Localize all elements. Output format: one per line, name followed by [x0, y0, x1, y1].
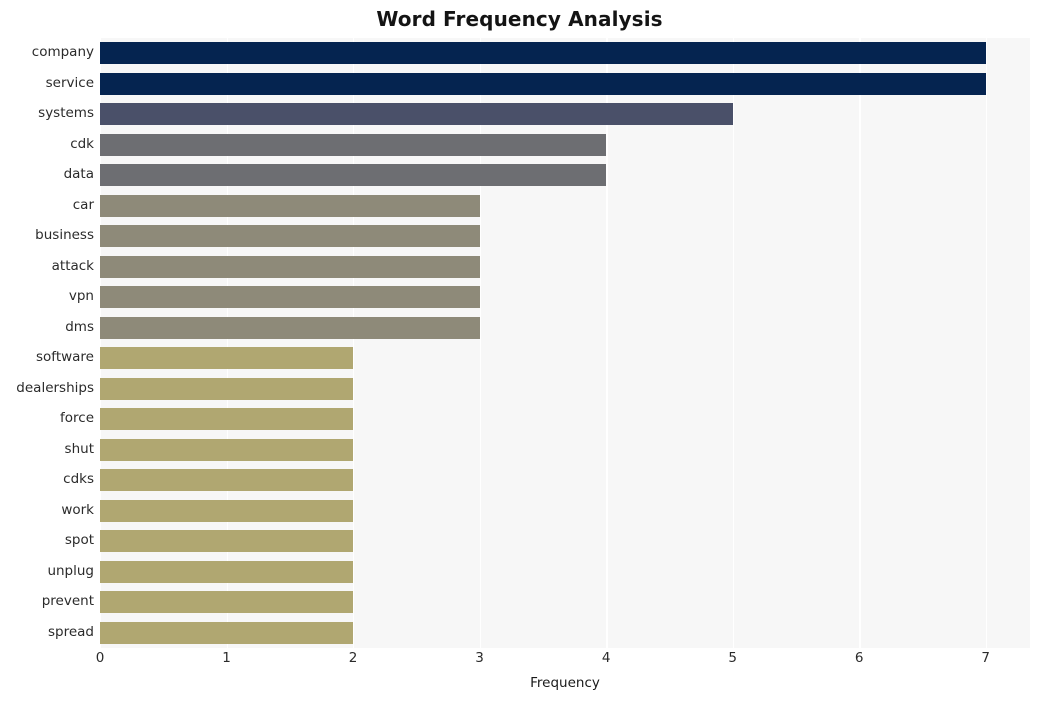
x-tick-label-5: 5 [728, 650, 737, 666]
bar-data[interactable] [100, 164, 607, 187]
bar-software[interactable] [100, 347, 354, 370]
bar-cdks[interactable] [100, 469, 354, 492]
y-tick-label-systems: systems [38, 105, 94, 122]
word-frequency-bar-chart: Word Frequency Analysis company service sy… [0, 0, 1039, 701]
bar-spread[interactable] [100, 621, 354, 644]
bar-systems[interactable] [100, 103, 733, 126]
bar-force[interactable] [100, 408, 354, 431]
bar-unplug[interactable] [100, 560, 354, 583]
y-axis-tick-labels: company service systems cdk data car business a… [0, 38, 94, 648]
y-tick-label-unplug: unplug [47, 562, 94, 579]
y-tick-label-cdks: cdks [63, 471, 94, 488]
bar-company[interactable] [100, 42, 986, 65]
y-tick-label-company: company [31, 44, 94, 61]
x-axis-title: Frequency [530, 675, 600, 691]
y-tick-label-car: car [72, 196, 94, 213]
bar-service[interactable] [100, 72, 986, 95]
x-axis-tick-labels: 0 1 2 3 4 5 6 7 [0, 650, 1039, 674]
bar-business[interactable] [100, 225, 480, 248]
y-tick-label-prevent: prevent [41, 593, 94, 610]
bar-dms[interactable] [100, 316, 480, 339]
y-tick-label-work: work [61, 501, 94, 518]
bar-vpn[interactable] [100, 286, 480, 309]
x-tick-label-7: 7 [981, 650, 990, 666]
chart-title: Word Frequency Analysis [376, 7, 663, 31]
y-tick-label-software: software [36, 349, 94, 366]
y-tick-label-service: service [45, 74, 94, 91]
y-tick-label-force: force [60, 410, 94, 427]
y-tick-label-spread: spread [47, 623, 94, 640]
y-tick-label-shut: shut [64, 440, 94, 457]
bar-work[interactable] [100, 499, 354, 522]
x-tick-label-1: 1 [222, 650, 231, 666]
bar-spot[interactable] [100, 530, 354, 553]
bar-cdk[interactable] [100, 133, 607, 156]
y-tick-label-business: business [35, 227, 94, 244]
y-tick-label-spot: spot [64, 532, 94, 549]
bar-dealerships[interactable] [100, 377, 354, 400]
y-tick-label-dms: dms [65, 318, 94, 335]
y-tick-label-data: data [63, 166, 94, 183]
x-tick-label-6: 6 [854, 650, 864, 666]
y-tick-label-vpn: vpn [68, 288, 94, 305]
x-tick-label-2: 2 [348, 650, 358, 666]
bar-prevent[interactable] [100, 591, 354, 614]
bar-shut[interactable] [100, 438, 354, 461]
y-tick-label-attack: attack [51, 257, 94, 274]
plot-area [100, 38, 1030, 648]
y-tick-label-cdk: cdk [70, 135, 94, 152]
x-tick-label-0: 0 [95, 650, 105, 666]
x-tick-label-3: 3 [475, 650, 484, 666]
bar-car[interactable] [100, 194, 480, 217]
y-tick-label-dealerships: dealerships [16, 379, 94, 396]
x-tick-label-4: 4 [601, 650, 611, 666]
bars-layer [100, 38, 1030, 648]
bar-attack[interactable] [100, 255, 480, 278]
